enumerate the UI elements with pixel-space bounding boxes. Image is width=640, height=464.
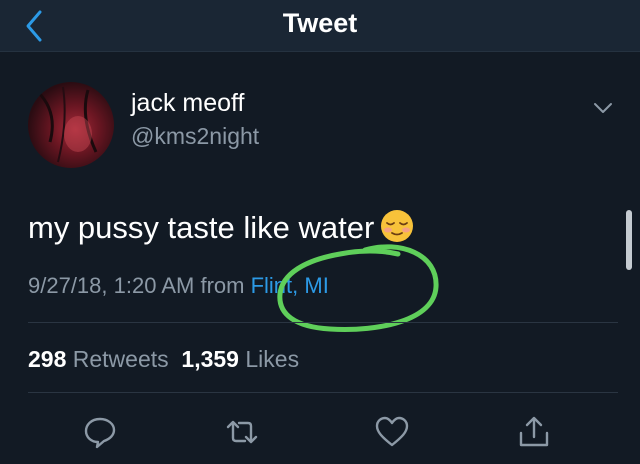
from-label: from [200, 273, 245, 298]
share-icon [519, 416, 549, 447]
author-name[interactable]: jack meoff [131, 88, 244, 118]
retweets-label[interactable]: Retweets [73, 346, 169, 372]
comment-icon [84, 417, 116, 449]
share-button[interactable] [516, 414, 552, 450]
author-handle[interactable]: @kms2night [131, 122, 259, 150]
top-bar: Tweet [0, 0, 640, 52]
retweet-button[interactable] [224, 414, 260, 450]
chevron-down-icon [594, 103, 612, 113]
like-button[interactable] [374, 414, 410, 450]
action-bar [0, 414, 640, 454]
page-title: Tweet [282, 8, 358, 38]
more-options-button[interactable] [591, 96, 615, 120]
heart-icon [375, 416, 409, 447]
scrollbar[interactable] [626, 210, 632, 270]
likes-count[interactable]: 1,359 [181, 346, 239, 372]
divider [28, 392, 618, 393]
avatar[interactable] [28, 82, 114, 168]
tweet-stats: 298 Retweets 1,359 Likes [28, 345, 299, 373]
retweets-count[interactable]: 298 [28, 346, 66, 372]
timestamp: 9/27/18, 1:20 AM [28, 273, 195, 298]
retweet-icon [226, 420, 258, 444]
divider [28, 322, 618, 323]
likes-label[interactable]: Likes [245, 346, 299, 372]
reply-button[interactable] [82, 414, 118, 450]
